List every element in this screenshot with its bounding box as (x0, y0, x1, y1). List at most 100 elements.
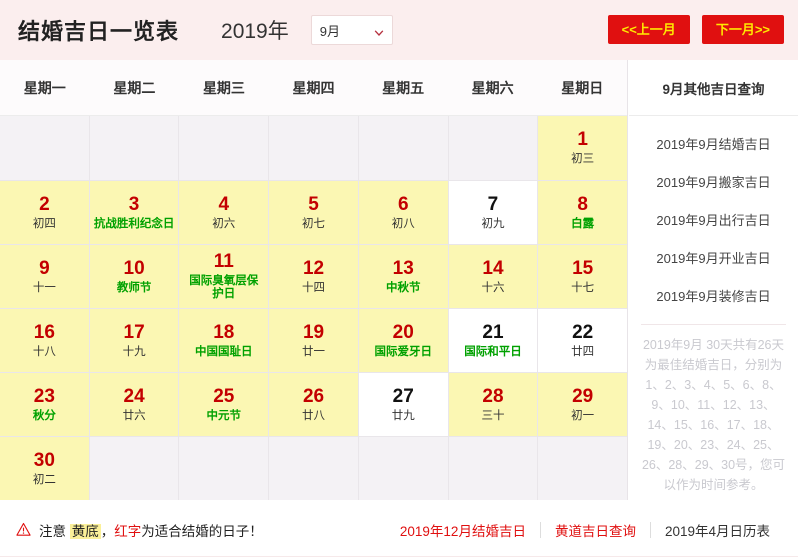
calendar-day-cell[interactable]: 9 十一 (0, 245, 90, 309)
sidebar-link[interactable]: 2019年9月结婚吉日 (629, 124, 798, 162)
calendar-day-cell[interactable]: 12 十四 (269, 245, 359, 309)
warning-icon (16, 522, 31, 537)
day-lunar-label: 廿一 (302, 345, 326, 358)
calendar-day-cell[interactable]: 25 中元节 (179, 373, 270, 437)
day-number: 21 (482, 321, 504, 343)
day-lunar-label: 初二 (32, 473, 56, 486)
calendar-day-cell[interactable]: 26 廿八 (269, 373, 359, 437)
calendar-day-cell[interactable]: 7 初九 (448, 181, 539, 245)
footer-links: 2019年12月结婚吉日 黄道吉日查询 2019年4月日历表 (386, 520, 784, 540)
day-festival-label: 中元节 (206, 409, 242, 422)
calendar-day-cell[interactable]: 1 初三 (538, 116, 628, 181)
day-festival-label: 中国国耻日 (195, 345, 253, 358)
day-number: 14 (482, 257, 504, 279)
day-number: 12 (302, 257, 325, 279)
calendar-week-row: 30 初二 (0, 437, 628, 501)
day-festival-label: 秋分 (32, 409, 56, 422)
calendar-day-cell[interactable]: 16 十八 (0, 309, 90, 373)
day-number: 1 (577, 129, 588, 150)
day-lunar-label: 廿八 (302, 409, 326, 422)
prev-month-button[interactable]: <<上一月 (607, 15, 690, 44)
calendar-day-cell[interactable]: 11 国际臭氧层保护日 (179, 245, 270, 309)
next-month-button[interactable]: 下一月>> (701, 15, 784, 44)
day-number: 23 (33, 385, 55, 407)
day-number: 16 (33, 321, 55, 343)
day-number: 7 (487, 193, 499, 215)
day-number: 2 (39, 193, 50, 215)
weekday-header-2: 星期二 (113, 79, 156, 96)
sidebar-link[interactable]: 2019年9月装修吉日 (629, 276, 798, 314)
sidebar-heading: 9月其他吉日查询 (629, 60, 798, 116)
calendar-cell-empty (269, 437, 359, 501)
day-number: 25 (213, 385, 235, 407)
page-header: 结婚吉日一览表 2019年 9月 <<上一月 下一月>> (0, 0, 798, 60)
day-lunar-label: 十一 (32, 281, 56, 294)
calendar-day-cell[interactable]: 13 中秋节 (358, 245, 449, 309)
day-lunar-label: 初六 (212, 217, 236, 230)
calendar-day-cell[interactable]: 20 国际爱牙日 (358, 309, 449, 373)
calendar-day-cell[interactable]: 21 国际和平日 (448, 309, 539, 373)
day-lunar-label: 初三 (571, 153, 595, 165)
calendar-day-cell[interactable]: 19 廿一 (269, 309, 359, 373)
day-number: 13 (392, 257, 414, 279)
footer-link[interactable]: 黄道吉日查询 (541, 520, 650, 540)
day-number: 17 (123, 321, 145, 343)
calendar-cell-empty (448, 437, 539, 501)
calendar-day-cell[interactable]: 5 初七 (269, 181, 359, 245)
sidebar: 9月其他吉日查询 2019年9月结婚吉日 2019年9月搬家吉日 2019年9月出行… (629, 60, 798, 506)
calendar-day-cell[interactable]: 10 教师节 (89, 245, 180, 309)
calendar-day-cell[interactable]: 17 十九 (89, 309, 180, 373)
calendar-cell-empty (0, 116, 90, 181)
day-number: 10 (123, 257, 145, 279)
sidebar-link[interactable]: 2019年9月搬家吉日 (629, 162, 798, 200)
calendar-day-cell[interactable]: 18 中国国耻日 (179, 309, 270, 373)
day-festival-label: 国际爱牙日 (374, 345, 432, 358)
calendar-week-row: 2 初四 3 抗战胜利纪念日 4 初六 5 初七 6 初八 7 初九 8 白露 (0, 181, 628, 245)
calendar-cell-empty (448, 116, 539, 181)
calendar-day-cell[interactable]: 2 初四 (0, 181, 90, 245)
calendar-cell-empty (358, 116, 449, 181)
calendar-day-cell[interactable]: 15 十七 (538, 245, 628, 309)
day-lunar-label: 廿九 (391, 409, 415, 422)
calendar-day-cell[interactable]: 4 初六 (179, 181, 270, 245)
weekday-header-5: 星期五 (382, 79, 425, 96)
calendar-day-cell[interactable]: 3 抗战胜利纪念日 (89, 181, 180, 245)
day-number: 18 (213, 321, 235, 343)
day-number: 24 (123, 385, 145, 407)
day-festival-label: 抗战胜利纪念日 (93, 217, 175, 230)
day-number: 28 (482, 385, 504, 407)
footer-link[interactable]: 2019年4月日历表 (651, 520, 784, 540)
day-number: 30 (33, 449, 55, 471)
month-select[interactable]: 9月 (310, 15, 393, 45)
calendar-day-cell[interactable]: 14 十六 (448, 245, 539, 309)
calendar-day-cell[interactable]: 23 秋分 (0, 373, 90, 437)
calendar-day-cell[interactable]: 6 初八 (358, 181, 449, 245)
day-lunar-label: 廿六 (122, 409, 146, 422)
calendar-day-cell[interactable]: 28 三十 (448, 373, 539, 437)
day-lunar-label: 十六 (481, 281, 505, 294)
day-festival-label: 国际臭氧层保护日 (189, 275, 259, 300)
day-number: 22 (572, 321, 594, 343)
footer-notice-text: 注意 黄底 ，红字为适合结婚的日子！ (39, 520, 263, 540)
weekday-header-3: 星期三 (202, 79, 245, 96)
calendar-day-cell[interactable]: 27 廿九 (358, 373, 449, 437)
sidebar-link-list: 2019年9月结婚吉日 2019年9月搬家吉日 2019年9月出行吉日 2019年9月… (629, 116, 798, 314)
calendar-day-cell[interactable]: 24 廿六 (89, 373, 180, 437)
sidebar-link[interactable]: 2019年9月开业吉日 (629, 238, 798, 276)
content-area: 星期一 星期二 星期三 星期四 星期五 星期六 星期日 1 初三 2 初四 3 抗战胜利纪念日 4 初六 5… (0, 60, 798, 506)
calendar-cell-empty (89, 437, 180, 501)
sidebar-note: 2019年9月 30天共有26天为最佳结婚吉日，分别为1、2、3、4、5、6、8… (641, 324, 786, 506)
day-lunar-label: 初九 (481, 217, 505, 230)
calendar-day-cell[interactable]: 29 初一 (538, 373, 628, 437)
sidebar-link[interactable]: 2019年9月出行吉日 (629, 200, 798, 238)
calendar-day-cell[interactable]: 30 初二 (0, 437, 90, 501)
day-number: 15 (572, 257, 594, 279)
day-number: 9 (39, 257, 50, 279)
calendar-day-cell[interactable]: 8 白露 (538, 181, 628, 245)
page-title: 结婚吉日一览表 (18, 19, 180, 44)
calendar-day-cell[interactable]: 22 廿四 (538, 309, 628, 373)
footer-link[interactable]: 2019年12月结婚吉日 (386, 520, 540, 540)
day-festival-label: 教师节 (116, 281, 152, 294)
day-lunar-label: 十八 (32, 345, 56, 358)
day-number: 19 (302, 321, 325, 343)
